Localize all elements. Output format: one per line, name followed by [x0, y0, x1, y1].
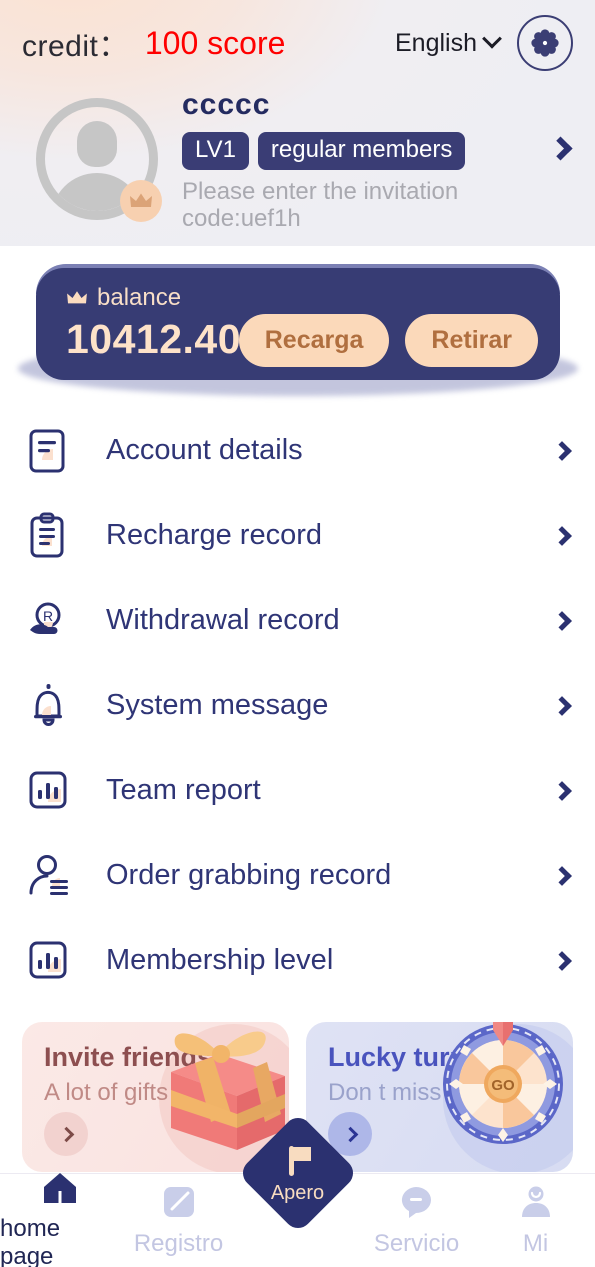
invitation-code-note: Please enter the invitation code:uef1h [182, 179, 532, 233]
tab-label: Registro [134, 1230, 223, 1258]
menu-list: Account details Recharge record [0, 408, 595, 1003]
promo-title: Lucky turntable [328, 1042, 573, 1073]
menu-item-membership-level[interactable]: Membership level [0, 918, 595, 1003]
balance-header: balance [66, 284, 538, 312]
crown-icon [129, 191, 153, 211]
balance-section: balance 10412.40 Recarga Retirar [0, 246, 595, 401]
chevron-right-icon [552, 781, 572, 801]
tab-label: Mi [523, 1230, 548, 1258]
menu-item-label: Withdrawal record [106, 604, 340, 637]
chevron-right-icon [552, 611, 572, 631]
crown-badge [120, 180, 162, 222]
chat-bubble-icon [399, 1184, 435, 1220]
chevron-down-icon [482, 29, 502, 49]
language-label: English [395, 29, 477, 58]
tab-label: home page [0, 1215, 119, 1267]
menu-item-account-details[interactable]: Account details [0, 408, 595, 493]
balance-actions: Recarga Retirar [239, 314, 538, 367]
promo-card-invite-friends[interactable]: Invite friends A lot of gifts [22, 1022, 289, 1172]
recharge-button[interactable]: Recarga [239, 314, 390, 367]
menu-item-label: Membership level [106, 944, 333, 977]
menu-item-withdrawal-record[interactable]: R Withdrawal record [0, 578, 595, 663]
balance-label: balance [97, 284, 181, 312]
chevron-right-icon [58, 1126, 74, 1142]
username: ccccc [182, 88, 532, 122]
tab-mi[interactable]: Mi [476, 1174, 595, 1267]
tab-label: Apero [271, 1182, 324, 1205]
credit-value: 100 score [145, 25, 286, 62]
chevron-right-icon[interactable] [548, 136, 572, 160]
tab-registro[interactable]: Registro [119, 1174, 238, 1267]
menu-item-order-grabbing-record[interactable]: Order grabbing record [0, 833, 595, 918]
bar-chart-icon [22, 934, 76, 988]
edit-square-icon [161, 1184, 197, 1220]
person-icon [518, 1184, 554, 1220]
menu-item-recharge-record[interactable]: Recharge record [0, 493, 595, 578]
menu-item-system-message[interactable]: System message [0, 663, 595, 748]
bar-chart-icon [22, 764, 76, 818]
withdraw-button[interactable]: Retirar [405, 314, 538, 367]
balance-card: balance 10412.40 Recarga Retirar [36, 268, 560, 380]
menu-item-label: Order grabbing record [106, 859, 391, 892]
bottom-navigation: home page Registro Apero [0, 1173, 595, 1267]
tab-label: Servicio [374, 1230, 459, 1258]
chevron-right-icon [342, 1126, 358, 1142]
clipboard-icon [22, 509, 76, 563]
menu-item-team-report[interactable]: Team report [0, 748, 595, 833]
menu-item-label: System message [106, 689, 328, 722]
app-screen: credit： 100 score English [0, 0, 595, 1267]
menu-item-label: Team report [106, 774, 261, 807]
promo-subtitle: A lot of gifts [44, 1079, 289, 1107]
credit-label: credit： [22, 21, 129, 65]
promo-subtitle: Don t miss it. [328, 1079, 573, 1107]
tab-apero[interactable]: Apero [238, 1174, 357, 1267]
profile-section[interactable]: ccccc LV1 regular members Please enter t… [0, 88, 595, 238]
chevron-right-icon [552, 526, 572, 546]
header-panel: credit： 100 score English [0, 0, 595, 246]
svg-text:R: R [43, 608, 53, 624]
chevron-right-icon [552, 441, 572, 461]
settings-button[interactable] [517, 15, 573, 71]
gear-icon [530, 28, 560, 58]
member-type-badge: regular members [258, 132, 465, 170]
crown-icon [66, 289, 88, 307]
document-lines-icon [22, 424, 76, 478]
member-badges: LV1 regular members [182, 132, 532, 170]
chevron-right-icon [552, 866, 572, 886]
menu-item-label: Recharge record [106, 519, 322, 552]
tab-servicio[interactable]: Servicio [357, 1174, 476, 1267]
promo-card-lucky-turntable[interactable]: Lucky turntable Don t miss it. [306, 1022, 573, 1172]
promo-title: Invite friends [44, 1042, 289, 1073]
menu-item-label: Account details [106, 434, 303, 467]
chevron-right-icon [552, 696, 572, 716]
home-icon [42, 1171, 78, 1205]
tab-home-page[interactable]: home page [0, 1174, 119, 1267]
avatar-head [77, 121, 117, 167]
language-selector[interactable]: English [395, 29, 499, 58]
flag-icon [279, 1142, 317, 1180]
person-list-icon [22, 849, 76, 903]
hand-coin-r-icon: R [22, 594, 76, 648]
top-bar: credit： 100 score English [0, 0, 595, 86]
chevron-right-icon [552, 951, 572, 971]
level-badge: LV1 [182, 132, 249, 170]
top-bar-right: English [395, 15, 573, 71]
promo-arrow-button[interactable] [44, 1112, 88, 1156]
profile-info: ccccc LV1 regular members Please enter t… [182, 88, 532, 233]
bell-icon [22, 679, 76, 733]
center-action-content: Apero [255, 1130, 341, 1216]
avatar[interactable] [36, 98, 158, 220]
